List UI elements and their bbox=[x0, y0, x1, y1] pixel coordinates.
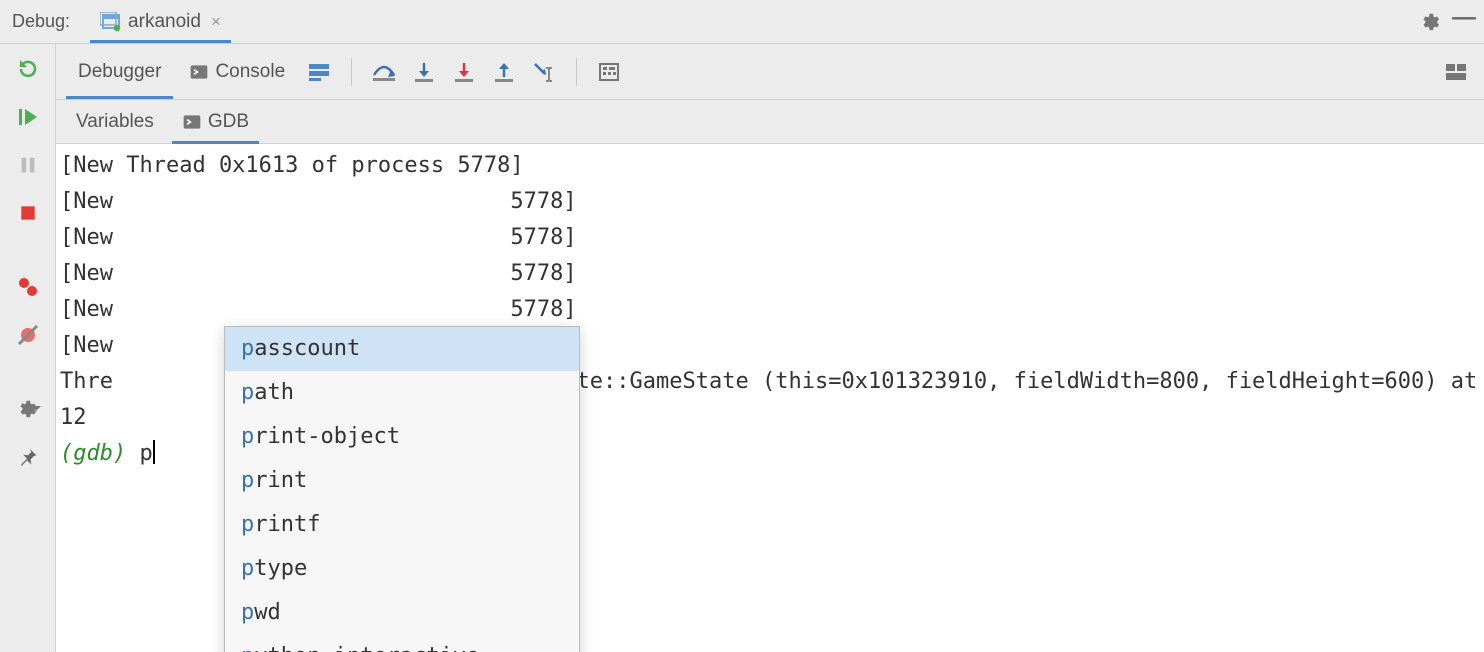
tab-label: Console bbox=[215, 61, 285, 83]
layout-settings-button[interactable] bbox=[1438, 54, 1474, 90]
resume-button[interactable] bbox=[13, 102, 43, 132]
tab-console[interactable]: Console bbox=[177, 45, 297, 99]
close-icon[interactable]: × bbox=[211, 12, 221, 32]
step-out-button[interactable] bbox=[486, 54, 522, 90]
stop-button[interactable] bbox=[13, 198, 43, 228]
pause-button[interactable] bbox=[13, 150, 43, 180]
console-icon bbox=[189, 62, 209, 82]
autocomplete-item[interactable]: ptype bbox=[225, 547, 579, 591]
autocomplete-item[interactable]: passcount bbox=[225, 327, 579, 371]
mute-breakpoints-button[interactable] bbox=[13, 320, 43, 350]
autocomplete-item[interactable]: printf bbox=[225, 503, 579, 547]
tab-label: Debugger bbox=[78, 61, 161, 83]
autocomplete-item[interactable]: path bbox=[225, 371, 579, 415]
run-config-tab[interactable]: arkanoid × bbox=[90, 1, 231, 42]
evaluate-expression-button[interactable] bbox=[591, 54, 627, 90]
console-line: [New 5778] bbox=[60, 184, 1480, 220]
window-icon bbox=[100, 12, 122, 32]
console-icon bbox=[182, 112, 202, 132]
console-line: [New 5778] bbox=[60, 292, 1480, 328]
force-step-into-button[interactable] bbox=[446, 54, 482, 90]
gear-icon[interactable] bbox=[1418, 11, 1440, 33]
minimize-icon[interactable]: — bbox=[1452, 4, 1476, 32]
subtab-variables[interactable]: Variables bbox=[66, 101, 164, 143]
autocomplete-item[interactable]: print-object bbox=[225, 415, 579, 459]
console-line: [New Thread 0x1613 of process 5778] bbox=[60, 148, 1480, 184]
autocomplete-popup: passcountpathprint-objectprintprintfptyp… bbox=[224, 326, 580, 652]
subtab-gdb[interactable]: GDB bbox=[172, 101, 259, 143]
run-to-cursor-button[interactable] bbox=[526, 54, 562, 90]
autocomplete-item[interactable]: print bbox=[225, 459, 579, 503]
step-over-button[interactable] bbox=[366, 54, 402, 90]
settings-button[interactable] bbox=[13, 394, 43, 424]
tab-debugger[interactable]: Debugger bbox=[66, 45, 173, 99]
console-line: [New 5778] bbox=[60, 256, 1480, 292]
step-into-button[interactable] bbox=[406, 54, 442, 90]
threads-icon[interactable] bbox=[301, 54, 337, 90]
tab-label: Variables bbox=[76, 111, 154, 133]
gdb-console[interactable]: [New Thread 0x1613 of process 5778][New … bbox=[56, 144, 1484, 652]
panel-title: Debug: bbox=[8, 11, 70, 32]
tab-label: GDB bbox=[208, 111, 249, 133]
autocomplete-item[interactable]: pwd bbox=[225, 591, 579, 635]
gdb-input[interactable]: p bbox=[139, 441, 152, 466]
view-breakpoints-button[interactable] bbox=[13, 272, 43, 302]
rerun-button[interactable] bbox=[13, 54, 43, 84]
console-line: [New 5778] bbox=[60, 220, 1480, 256]
gdb-prompt: (gdb) bbox=[60, 441, 139, 466]
run-config-label: arkanoid bbox=[128, 11, 201, 33]
autocomplete-item[interactable]: python-interactive bbox=[225, 635, 579, 652]
pin-button[interactable] bbox=[13, 442, 43, 472]
